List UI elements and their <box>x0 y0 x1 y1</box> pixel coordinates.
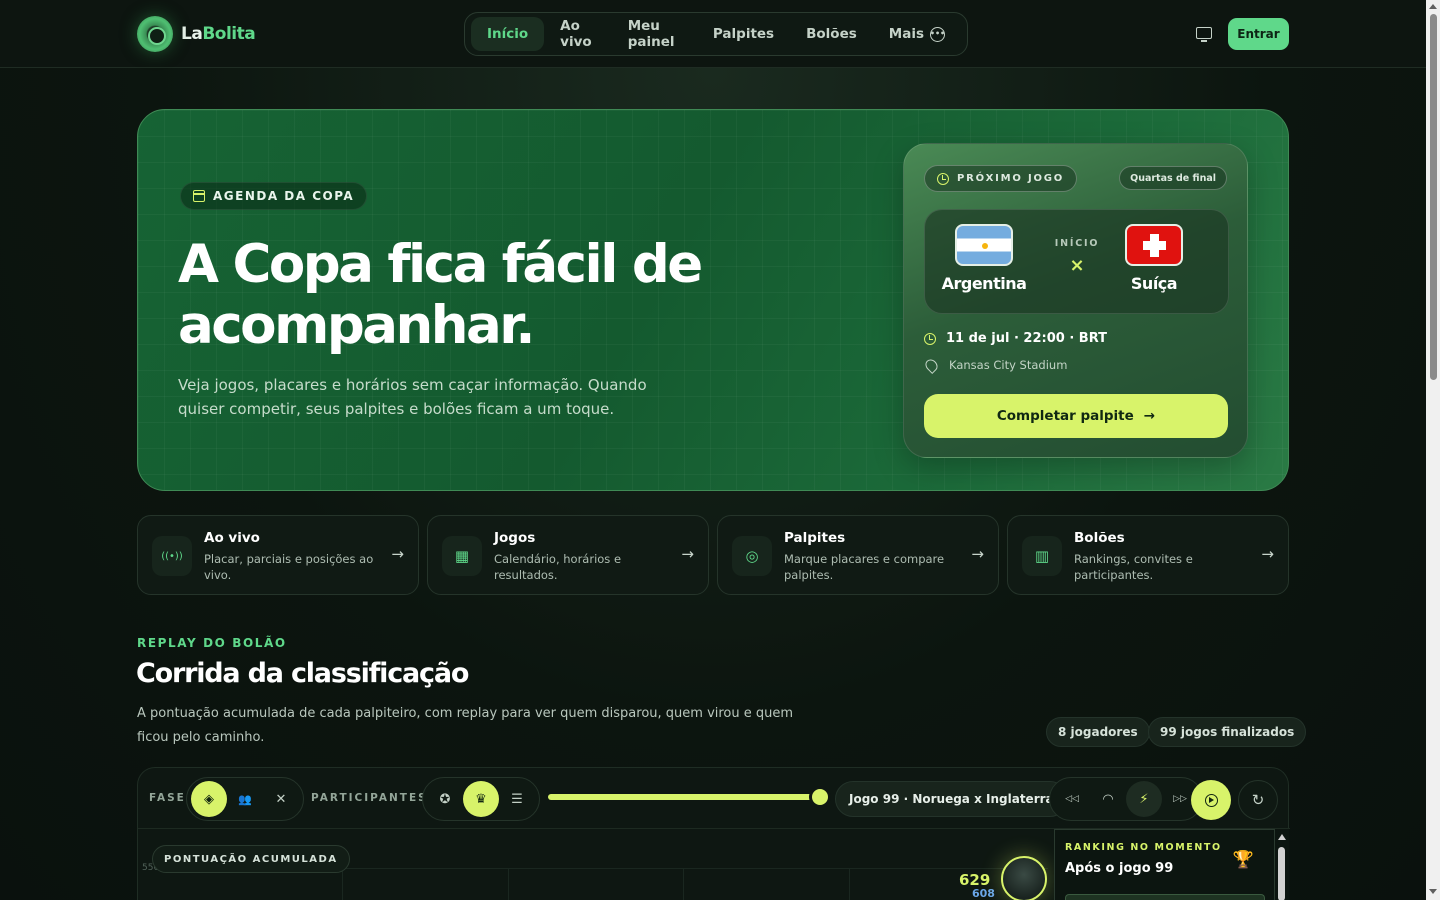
top-header: LaBolita Início Ao vivo Meu painel Palpi… <box>0 0 1426 68</box>
chart-label: PONTUAÇÃO ACUMULADA <box>152 845 350 873</box>
logo-text: LaBolita <box>181 24 256 44</box>
flag-argentina-icon <box>955 224 1013 266</box>
play-icon <box>1204 793 1218 807</box>
grid-line <box>849 869 850 900</box>
arrow-right-icon: → <box>1261 545 1274 563</box>
quick-link-palpites[interactable]: ◎ Palpites Marque placares e compare pal… <box>717 515 999 595</box>
replay-controls: FASE ◈ 👥 ✕ PARTICIPANTES ✪ ♛ ☰ Jogo 99 ·… <box>138 768 1290 829</box>
swords-icon[interactable]: ✕ <box>263 781 299 817</box>
players-count-badge: 8 jogadores <box>1046 717 1150 747</box>
arrow-right-icon: → <box>971 545 984 563</box>
medal-icon[interactable]: ✪ <box>427 781 463 817</box>
phase-label: FASE <box>149 792 186 804</box>
arrow-right-icon: → <box>391 545 404 563</box>
home-team: Argentina <box>929 224 1039 293</box>
replay-eyebrow: REPLAY DO BOLÃO <box>137 636 287 650</box>
quick-link-boloes[interactable]: ▥ Bolões Rankings, convites e participan… <box>1007 515 1289 595</box>
reset-button[interactable]: ↻ <box>1238 780 1278 820</box>
scroll-down-icon[interactable] <box>1429 889 1437 894</box>
match-box[interactable]: Argentina INÍCIO × Suíça <box>924 209 1229 314</box>
grid-line <box>683 869 684 900</box>
current-game-label: Jogo 99 · Noruega x Inglaterra <box>835 781 1068 817</box>
page-scrollbar-thumb[interactable] <box>1430 14 1437 380</box>
quick-link-ao-vivo[interactable]: ((•)) Ao vivo Placar, parciais e posiçõe… <box>137 515 419 595</box>
ranking-eyebrow: RANKING NO MOMENTO <box>1065 842 1222 853</box>
arrow-right-icon: → <box>681 545 694 563</box>
crown-icon[interactable]: ♛ <box>463 781 499 817</box>
rewind-icon[interactable]: ◁◁ <box>1054 781 1090 817</box>
ranking-row[interactable] <box>1065 894 1265 900</box>
participants-selector: ✪ ♛ ☰ <box>422 777 540 821</box>
quick-link-jogos[interactable]: ▦ Jogos Calendário, horários e resultado… <box>427 515 709 595</box>
clock-icon <box>937 172 949 185</box>
second-score: 608 <box>972 887 995 900</box>
location-pin-icon <box>923 356 940 374</box>
grid-line <box>342 869 343 900</box>
grid-line <box>508 869 509 900</box>
nav-item-palpites[interactable]: Palpites <box>697 17 790 51</box>
more-icon: ••• <box>930 26 945 42</box>
broadcast-icon: ((•)) <box>152 536 192 576</box>
replay-description: A pontuação acumulada de cada palpiteiro… <box>137 706 794 745</box>
stage-badge: Quartas de final <box>1119 166 1227 190</box>
next-game-label: PRÓXIMO JOGO <box>924 165 1078 192</box>
replay-timeline-slider[interactable] <box>548 794 820 800</box>
playback-speed-selector: ◁◁ ◠ ⚡ ▷▷ <box>1049 777 1203 821</box>
hero-banner: AGENDA DA COPA A Copa fica fácil de acom… <box>137 109 1289 491</box>
hero-badge: AGENDA DA COPA <box>180 182 368 210</box>
scroll-up-icon[interactable] <box>1278 834 1286 840</box>
users-icon[interactable]: 👥 <box>227 781 263 817</box>
play-button[interactable] <box>1191 780 1231 820</box>
monitor-icon[interactable] <box>1196 27 1212 42</box>
list-icon[interactable]: ☰ <box>499 781 535 817</box>
ranking-scrollbar[interactable] <box>1275 829 1289 900</box>
reset-icon: ↻ <box>1251 791 1265 809</box>
flag-switzerland-icon <box>1125 224 1183 266</box>
nav-item-boloes[interactable]: Bolões <box>790 17 873 51</box>
nav-item-inicio[interactable]: Início <box>471 17 545 51</box>
away-team-name: Suíça <box>1130 274 1178 293</box>
trophy-icon: 🏆 <box>1232 850 1254 870</box>
ranking-panel: RANKING NO MOMENTO Após o jogo 99 🏆 <box>1054 829 1275 900</box>
away-team: Suíça <box>1099 224 1209 293</box>
bar-chart-icon: ▥ <box>1022 536 1062 576</box>
leader-avatar[interactable] <box>1001 856 1047 900</box>
calendar-icon: ▦ <box>442 536 482 576</box>
clock-icon <box>924 332 936 345</box>
calendar-icon <box>193 190 205 202</box>
fast-icon[interactable]: ⚡ <box>1126 781 1162 817</box>
games-count-badge: 99 jogos finalizados <box>1148 717 1307 747</box>
match-venue: Kansas City Stadium <box>923 356 1067 374</box>
scrollbar-thumb[interactable] <box>1278 847 1285 900</box>
hero-title: A Copa fica fácil de acompanhar. <box>178 234 703 356</box>
replay-title: Corrida da classificação <box>136 658 469 689</box>
layers-icon[interactable]: ◈ <box>191 781 227 817</box>
replay-panel: FASE ◈ 👥 ✕ PARTICIPANTES ✪ ♛ ☰ Jogo 99 ·… <box>137 767 1290 900</box>
speed-icon[interactable]: ◠ <box>1090 781 1126 817</box>
participants-label: PARTICIPANTES <box>311 792 428 804</box>
match-datetime: 11 de jul · 22:00 · BRT <box>924 331 1107 346</box>
login-button[interactable]: Entrar <box>1228 18 1289 50</box>
main-nav: Início Ao vivo Meu painel Palpites Bolõe… <box>464 12 968 56</box>
nav-item-ao-vivo[interactable]: Ao vivo <box>544 17 612 51</box>
scroll-up-icon[interactable] <box>1429 4 1437 9</box>
complete-prediction-button[interactable]: Completar palpite → <box>924 394 1228 438</box>
logo-ball-icon <box>137 16 173 52</box>
next-game-card: PRÓXIMO JOGO Quartas de final Argentina … <box>903 143 1248 458</box>
logo[interactable]: LaBolita <box>137 16 256 52</box>
ranking-title: Após o jogo 99 <box>1065 861 1174 876</box>
target-icon: ◎ <box>732 536 772 576</box>
nav-item-mais[interactable]: Mais ••• <box>873 17 961 51</box>
nav-item-meu-painel[interactable]: Meu painel <box>612 17 697 51</box>
phase-selector: ◈ 👥 ✕ <box>186 777 304 821</box>
hero-subtitle: Veja jogos, placares e horários sem caça… <box>178 376 647 418</box>
arrow-right-icon: → <box>1143 408 1156 424</box>
replay-slider-handle[interactable] <box>812 789 828 805</box>
home-team-name: Argentina <box>941 274 1027 293</box>
